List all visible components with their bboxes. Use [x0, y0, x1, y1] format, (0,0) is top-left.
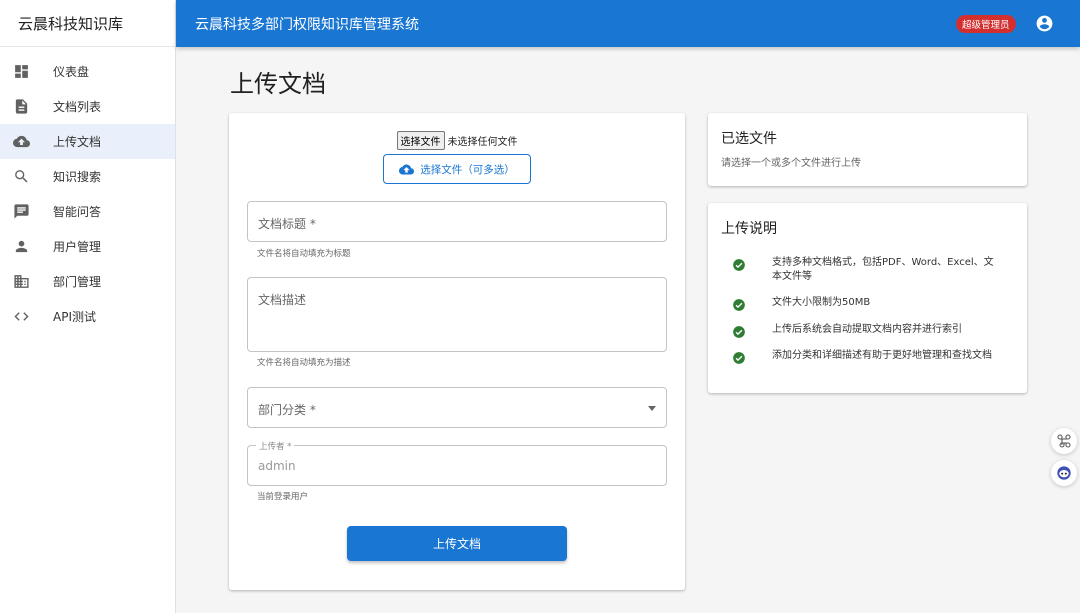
upload-instructions-card: 上传说明 支持多种文档格式，包括PDF、Word、Excel、文本文件等 文件大…	[708, 203, 1027, 393]
sidebar-brand: 云晨科技知识库	[0, 0, 175, 47]
role-badge: 超级管理员	[956, 15, 1016, 33]
upload-submit-button[interactable]: 上传文档	[347, 526, 567, 561]
selected-files-hint: 请选择一个或多个文件进行上传	[721, 158, 861, 169]
sidebar-item-label: 智能问答	[53, 205, 102, 219]
description-textarea[interactable]: 文档描述	[247, 277, 667, 352]
uploader-value: admin	[258, 459, 296, 473]
cloud-upload-icon	[12, 133, 30, 151]
check-circle-icon	[732, 297, 746, 311]
sidebar-item-label: API测试	[53, 310, 96, 324]
sidebar: 云晨科技知识库 仪表盘 文档列表 上传文档 知识搜索 智能问答 用户管理 部门管…	[0, 0, 176, 613]
app-bar: 云晨科技多部门权限知识库管理系统 超级管理员	[176, 0, 1080, 47]
instruction-text: 文件大小限制为50MB	[772, 297, 871, 308]
chat-icon	[12, 203, 30, 221]
department-select[interactable]: 部门分类 *	[247, 387, 667, 428]
sidebar-item-api-test[interactable]: API测试	[0, 299, 175, 334]
building-icon	[12, 273, 30, 291]
dashboard-icon	[12, 63, 30, 81]
instruction-text: 上传后系统会自动提取文档内容并进行索引	[772, 324, 962, 335]
sidebar-item-documents[interactable]: 文档列表	[0, 89, 175, 124]
assistant-bot-button[interactable]	[1051, 460, 1077, 486]
person-icon	[12, 238, 30, 256]
title-input[interactable]: 文档标题 *	[247, 201, 667, 242]
check-circle-icon	[732, 350, 746, 364]
sidebar-item-dashboard[interactable]: 仪表盘	[0, 54, 175, 89]
uploader-label: 上传者 *	[256, 440, 295, 452]
title-helper-text: 文件名将自动填充为标题	[257, 249, 351, 259]
file-status-text: 未选择任何文件	[447, 137, 518, 148]
instructions-title: 上传说明	[721, 221, 777, 237]
check-circle-icon	[732, 257, 746, 271]
sidebar-item-upload[interactable]: 上传文档	[0, 124, 175, 159]
cloud-upload-icon	[399, 164, 415, 174]
code-icon	[12, 308, 30, 326]
list-item: 添加分类和详细描述有助于更好地管理和查找文档	[732, 349, 1012, 364]
department-select-label: 部门分类 *	[258, 403, 316, 417]
sidebar-item-label: 用户管理	[53, 240, 102, 254]
dropdown-arrow-icon	[648, 406, 656, 411]
native-file-input: 选择文件 未选择任何文件	[229, 131, 685, 150]
command-shortcut-button[interactable]	[1051, 428, 1077, 454]
check-circle-icon	[732, 324, 746, 338]
list-item: 上传后系统会自动提取文档内容并进行索引	[732, 323, 1012, 338]
command-icon	[1057, 434, 1071, 448]
description-helper-text: 文件名将自动填充为描述	[257, 358, 351, 368]
sidebar-nav: 仪表盘 文档列表 上传文档 知识搜索 智能问答 用户管理 部门管理 API测试	[0, 47, 175, 334]
sidebar-item-qa[interactable]: 智能问答	[0, 194, 175, 229]
native-file-button[interactable]: 选择文件	[396, 131, 445, 150]
app-title: 云晨科技多部门权限知识库管理系统	[195, 16, 419, 33]
sidebar-item-search[interactable]: 知识搜索	[0, 159, 175, 194]
upload-form-card: 选择文件 未选择任何文件 选择文件（可多选） 文档标题 * 文件名将自动填充为标题…	[229, 113, 685, 590]
account-circle-icon[interactable]	[1035, 14, 1054, 33]
document-icon	[12, 98, 30, 116]
choose-files-button[interactable]: 选择文件（可多选）	[383, 154, 531, 184]
sidebar-item-label: 上传文档	[53, 135, 102, 149]
sidebar-item-label: 仪表盘	[53, 65, 90, 79]
selected-files-title: 已选文件	[721, 131, 777, 147]
bot-icon	[1057, 466, 1071, 480]
page-title: 上传文档	[230, 70, 326, 98]
sidebar-item-users[interactable]: 用户管理	[0, 229, 175, 264]
sidebar-item-departments[interactable]: 部门管理	[0, 264, 175, 299]
sidebar-item-label: 部门管理	[53, 275, 102, 289]
uploader-field: 上传者 * admin	[247, 440, 667, 486]
instruction-text: 支持多种文档格式，包括PDF、Word、Excel、文本文件等	[772, 257, 994, 282]
title-input-label: 文档标题 *	[258, 217, 316, 231]
search-icon	[12, 168, 30, 186]
selected-files-card: 已选文件 请选择一个或多个文件进行上传	[708, 113, 1027, 186]
choose-files-label: 选择文件（可多选）	[420, 163, 515, 176]
sidebar-item-label: 文档列表	[53, 100, 102, 114]
list-item: 文件大小限制为50MB	[732, 296, 1012, 311]
list-item: 支持多种文档格式，包括PDF、Word、Excel、文本文件等	[732, 256, 1012, 284]
instruction-text: 添加分类和详细描述有助于更好地管理和查找文档	[772, 350, 992, 361]
sidebar-item-label: 知识搜索	[53, 170, 102, 184]
description-label: 文档描述	[258, 293, 307, 307]
uploader-helper-text: 当前登录用户	[257, 492, 309, 502]
